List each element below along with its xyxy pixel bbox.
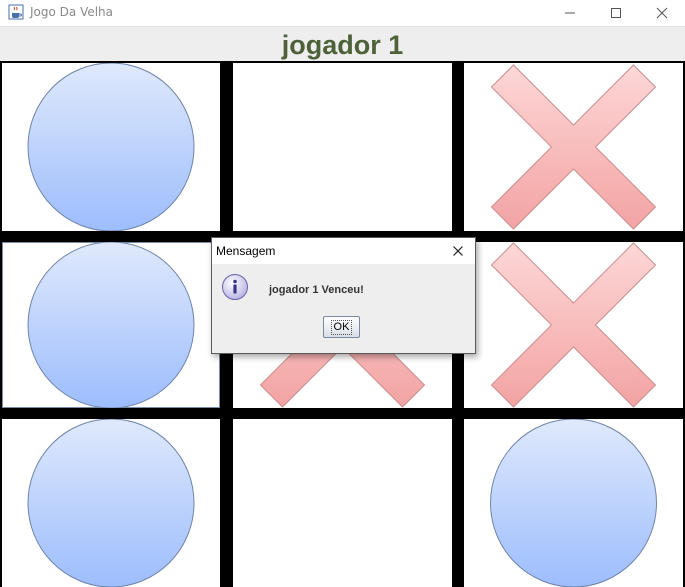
o-mark-icon — [27, 63, 195, 231]
current-player-label: jogador 1 — [281, 30, 404, 60]
ok-button-label: OK — [330, 319, 353, 335]
o-mark-icon — [490, 419, 657, 587]
close-icon — [656, 7, 668, 19]
message-dialog: Mensagem jogador 1 Venceu! OK — [211, 237, 476, 354]
o-mark-icon — [27, 242, 195, 408]
board-cell-8[interactable] — [233, 419, 452, 587]
minimize-button[interactable] — [547, 0, 593, 26]
dialog-message: jogador 1 Venceu! — [269, 284, 364, 296]
java-cup-icon — [8, 4, 24, 20]
board-cell-6[interactable] — [464, 242, 683, 408]
board-cell-7[interactable] — [2, 419, 220, 587]
dialog-titlebar: Mensagem — [212, 238, 475, 264]
dialog-title: Mensagem — [216, 244, 276, 258]
close-icon — [453, 246, 463, 256]
board-cell-3[interactable] — [464, 63, 683, 231]
info-icon — [222, 274, 248, 300]
board-cell-2[interactable] — [233, 63, 452, 231]
board-cell-4[interactable] — [2, 242, 220, 408]
x-mark-icon — [490, 242, 657, 408]
o-mark-icon — [27, 419, 195, 587]
dialog-close-button[interactable] — [448, 242, 468, 260]
x-mark-icon — [490, 64, 657, 230]
minimize-icon — [565, 12, 575, 14]
close-window-button[interactable] — [639, 0, 685, 26]
ok-button[interactable]: OK — [323, 316, 360, 338]
window-title: Jogo Da Velha — [30, 5, 114, 19]
maximize-button[interactable] — [593, 0, 639, 26]
board-cell-1[interactable] — [2, 63, 220, 231]
window-titlebar: Jogo Da Velha — [0, 0, 685, 27]
maximize-icon — [611, 8, 621, 18]
turn-header: jogador 1 — [0, 27, 685, 61]
board-cell-9[interactable] — [464, 419, 683, 587]
